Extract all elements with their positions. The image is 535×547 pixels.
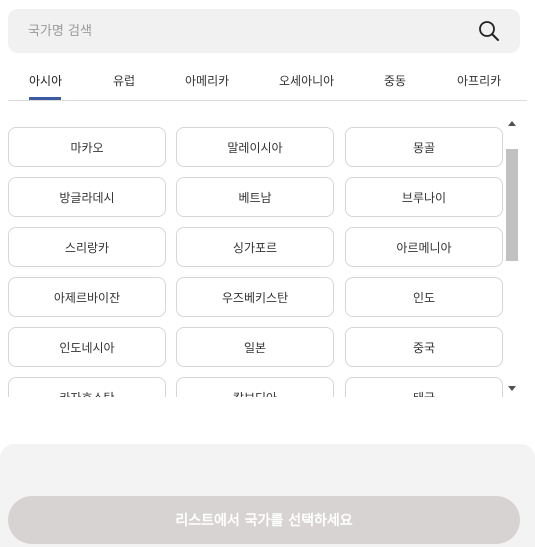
country-button[interactable]: 말레이시아 (176, 127, 334, 167)
country-button[interactable]: 캄보디아 (176, 377, 334, 397)
country-button[interactable]: 일본 (176, 327, 334, 367)
country-button[interactable]: 아제르바이잔 (8, 277, 166, 317)
active-tab-indicator (29, 97, 61, 100)
country-button[interactable]: 중국 (345, 327, 503, 367)
search-icon[interactable] (478, 20, 500, 42)
tab-americas[interactable]: 아메리카 (185, 72, 229, 89)
tab-asia[interactable]: 아시아 (29, 72, 62, 89)
scrollbar-thumb[interactable] (506, 149, 518, 261)
country-button[interactable]: 베트남 (176, 177, 334, 217)
country-list[interactable]: 마카오 말레이시아 몽골 방글라데시 베트남 브루나이 스리랑카 싱가포르 아르… (8, 117, 505, 397)
country-button[interactable]: 카자흐스탄 (8, 377, 166, 397)
tab-africa[interactable]: 아프리카 (457, 72, 501, 89)
country-button[interactable]: 태국 (345, 377, 503, 397)
country-button[interactable]: 스리랑카 (8, 227, 166, 267)
list-scrollbar[interactable] (505, 117, 519, 397)
select-country-button[interactable]: 리스트에서 국가를 선택하세요 (8, 496, 520, 544)
scroll-up-arrow-icon[interactable] (508, 121, 516, 126)
country-button[interactable]: 브루나이 (345, 177, 503, 217)
tab-oceania[interactable]: 오세아니아 (279, 72, 334, 89)
country-button[interactable]: 싱가포르 (176, 227, 334, 267)
scroll-down-arrow-icon[interactable] (508, 386, 516, 391)
search-input[interactable] (28, 9, 458, 53)
country-button[interactable]: 마카오 (8, 127, 166, 167)
tab-europe[interactable]: 유럽 (113, 72, 135, 89)
tab-middle-east[interactable]: 중동 (384, 72, 406, 89)
country-button[interactable]: 방글라데시 (8, 177, 166, 217)
country-button[interactable]: 아르메니아 (345, 227, 503, 267)
search-bar (8, 9, 520, 53)
country-button[interactable]: 우즈베키스탄 (176, 277, 334, 317)
country-button[interactable]: 인도 (345, 277, 503, 317)
country-button[interactable]: 인도네시아 (8, 327, 166, 367)
country-button[interactable]: 몽골 (345, 127, 503, 167)
region-tabs: 아시아 유럽 아메리카 오세아니아 중동 아프리카 (8, 66, 527, 101)
